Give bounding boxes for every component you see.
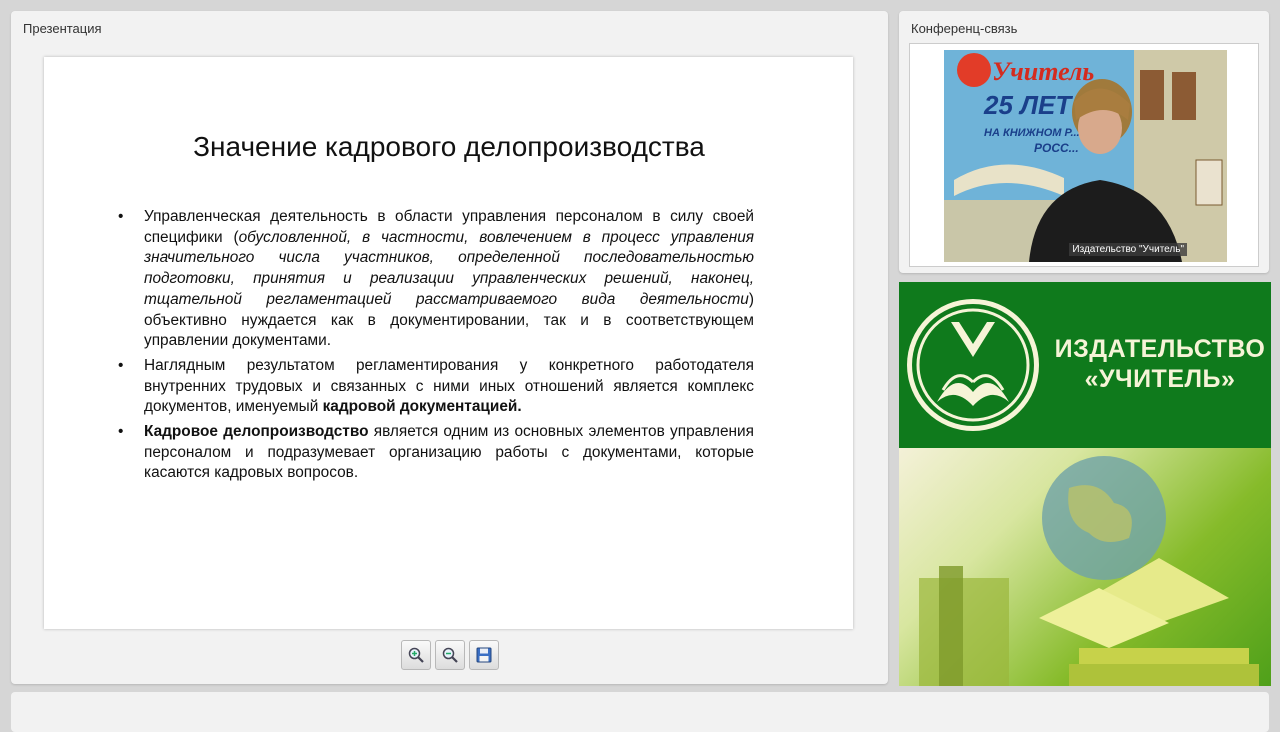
presentation-panel-title: Презентация: [23, 21, 102, 36]
slide: Значение кадрового делопроизводства • Уп…: [44, 57, 853, 629]
banner-title-line1: ИЗДАТЕЛЬСТВО: [1054, 335, 1266, 363]
publisher-logo-icon: [907, 299, 1039, 431]
video-caption: Издательство "Учитель": [1069, 243, 1187, 256]
presentation-panel: Презентация Значение кадрового делопроиз…: [11, 11, 888, 684]
bullet-bold-text: Кадровое делопроизводство: [144, 423, 369, 441]
banner-title: ИЗДАТЕЛЬСТВО «УЧИТЕЛЬ»: [1049, 334, 1271, 394]
conference-panel-title: Конференц-связь: [911, 21, 1018, 36]
video-frame: Учитель 25 ЛЕТ НА КНИЖНОМ Р... РОСС... И…: [909, 43, 1259, 267]
slide-toolbar: [401, 640, 499, 670]
banner-image: [899, 448, 1271, 686]
bullet-bold-text: кадровой документацией.: [322, 398, 522, 416]
backdrop-brand: Учитель: [992, 57, 1094, 86]
books-globe-image: [919, 456, 1259, 686]
backdrop-line1: НА КНИЖНОМ Р...: [984, 127, 1080, 139]
banner-header: ИЗДАТЕЛЬСТВО «УЧИТЕЛЬ»: [899, 282, 1271, 448]
bullet-dot-icon: •: [118, 356, 124, 374]
backdrop-line2: РОСС...: [1034, 141, 1079, 155]
bullet-dot-icon: •: [118, 423, 124, 441]
backdrop-years: 25 ЛЕТ: [983, 90, 1073, 120]
slide-bullet: • Кадровое делопроизводство является одн…: [118, 422, 754, 484]
slide-bullet: • Управленческая деятельность в области …: [118, 207, 754, 352]
slide-bullet: • Наглядным результатом регламентировани…: [118, 356, 754, 418]
zoom-out-button[interactable]: [435, 640, 465, 670]
zoom-in-icon: [408, 647, 424, 663]
save-button[interactable]: [469, 640, 499, 670]
zoom-out-icon: [442, 647, 458, 663]
slide-body: • Управленческая деятельность в области …: [118, 207, 754, 488]
publisher-banner: ИЗДАТЕЛЬСТВО «УЧИТЕЛЬ»: [899, 282, 1271, 686]
zoom-in-button[interactable]: [401, 640, 431, 670]
banner-title-line2: «УЧИТЕЛЬ»: [1084, 365, 1236, 393]
bullet-dot-icon: •: [118, 208, 124, 225]
bottom-bar: [11, 692, 1269, 732]
video-scene-image: Учитель 25 ЛЕТ НА КНИЖНОМ Р... РОСС...: [944, 50, 1227, 262]
conference-panel: Конференц-связь Учитель 25 ЛЕТ НА КНИЖНО…: [899, 11, 1269, 273]
video-feed[interactable]: Учитель 25 ЛЕТ НА КНИЖНОМ Р... РОСС... И…: [944, 50, 1227, 262]
save-icon: [476, 647, 492, 663]
slide-title: Значение кадрового делопроизводства: [193, 131, 705, 162]
